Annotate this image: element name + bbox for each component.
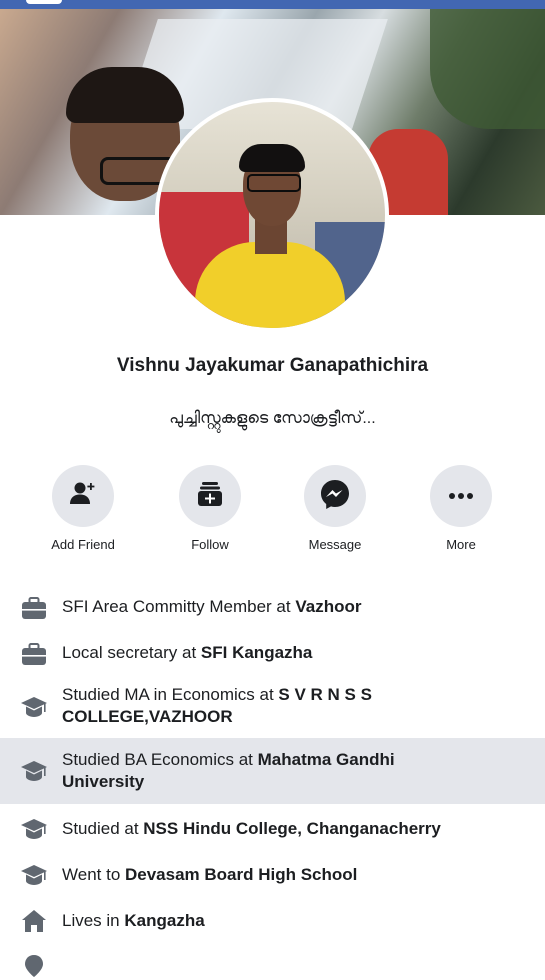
profile-bio: പുച്ചിസ്റ്റുകളുടെ സോക്രട്ടീസ്... <box>169 410 376 427</box>
detail-row-partial[interactable] <box>0 944 545 977</box>
message-label: Message <box>308 537 362 552</box>
detail-place-link[interactable]: NSS Hindu College, Changanacherry <box>143 819 441 838</box>
briefcase-icon <box>20 594 48 622</box>
detail-row-education-4[interactable]: Went to Devasam Board High School <box>0 852 545 898</box>
add-friend-icon <box>68 479 98 514</box>
add-friend-label: Add Friend <box>51 537 115 552</box>
detail-prefix: Studied MA in Economics at <box>62 685 279 704</box>
more-circle[interactable] <box>430 465 492 527</box>
detail-place-link[interactable]: SFI Kangazha <box>201 643 312 662</box>
detail-text: Studied at NSS Hindu College, Changanach… <box>62 818 525 840</box>
more-label: More <box>446 537 476 552</box>
messenger-icon <box>319 478 351 515</box>
profile-picture-frame[interactable] <box>155 98 389 332</box>
avatar-yellow-shirt <box>195 242 345 328</box>
home-icon <box>20 907 48 935</box>
detail-text: Studied MA in Economics at S V R N S S C… <box>62 684 435 728</box>
detail-prefix: Studied BA Economics at <box>62 750 258 769</box>
briefcase-icon <box>20 640 48 668</box>
detail-place-link[interactable]: Vazhoor <box>295 597 361 616</box>
cover-tree <box>430 9 545 129</box>
detail-prefix: Studied at <box>62 819 144 838</box>
follow-button[interactable]: Follow <box>160 465 260 552</box>
add-friend-button[interactable]: Add Friend <box>33 465 133 552</box>
detail-row-work-2[interactable]: Local secretary at SFI Kangazha <box>0 630 545 676</box>
graduation-cap-icon <box>20 693 48 721</box>
avatar-hair <box>239 144 305 172</box>
profile-name: Vishnu Jayakumar Ganapathichira <box>116 355 429 376</box>
graduation-cap-icon <box>20 861 48 889</box>
detail-row-lives-in[interactable]: Lives in Kangazha <box>0 898 545 944</box>
profile-actions: Add Friend Follow Message More <box>0 465 545 565</box>
detail-text: Studied BA Economics at Mahatma Gandhi U… <box>62 749 435 793</box>
add-friend-circle[interactable] <box>52 465 114 527</box>
detail-text: Lives in Kangazha <box>62 910 435 932</box>
graduation-cap-icon <box>20 757 48 785</box>
detail-prefix: SFI Area Committy Member at <box>62 597 296 616</box>
detail-text: Local secretary at SFI Kangazha <box>62 642 435 664</box>
more-dots-icon <box>448 487 474 505</box>
detail-prefix: Lives in <box>62 911 125 930</box>
detail-row-education-2[interactable]: Studied BA Economics at Mahatma Gandhi U… <box>0 738 545 804</box>
follow-label: Follow <box>191 537 229 552</box>
top-app-bar <box>0 0 545 9</box>
profile-picture[interactable] <box>159 102 385 328</box>
message-button[interactable]: Message <box>285 465 385 552</box>
message-circle[interactable] <box>304 465 366 527</box>
detail-row-education-3[interactable]: Studied at NSS Hindu College, Changanach… <box>0 806 545 852</box>
more-button[interactable]: More <box>411 465 511 552</box>
detail-text: Went to Devasam Board High School <box>62 864 525 886</box>
detail-place-link[interactable]: Kangazha <box>124 911 204 930</box>
detail-row-education-1[interactable]: Studied MA in Economics at S V R N S S C… <box>0 676 545 738</box>
detail-place-link[interactable]: Devasam Board High School <box>125 865 357 884</box>
tab-indicator <box>26 0 62 4</box>
location-pin-icon <box>20 952 48 980</box>
graduation-cap-icon <box>20 815 48 843</box>
detail-text: SFI Area Committy Member at Vazhoor <box>62 596 435 618</box>
avatar-glasses <box>247 174 301 192</box>
detail-row-work-1[interactable]: SFI Area Committy Member at Vazhoor <box>0 584 545 630</box>
follow-circle[interactable] <box>179 465 241 527</box>
detail-prefix: Local secretary at <box>62 643 201 662</box>
follow-icon <box>195 479 225 514</box>
detail-prefix: Went to <box>62 865 125 884</box>
